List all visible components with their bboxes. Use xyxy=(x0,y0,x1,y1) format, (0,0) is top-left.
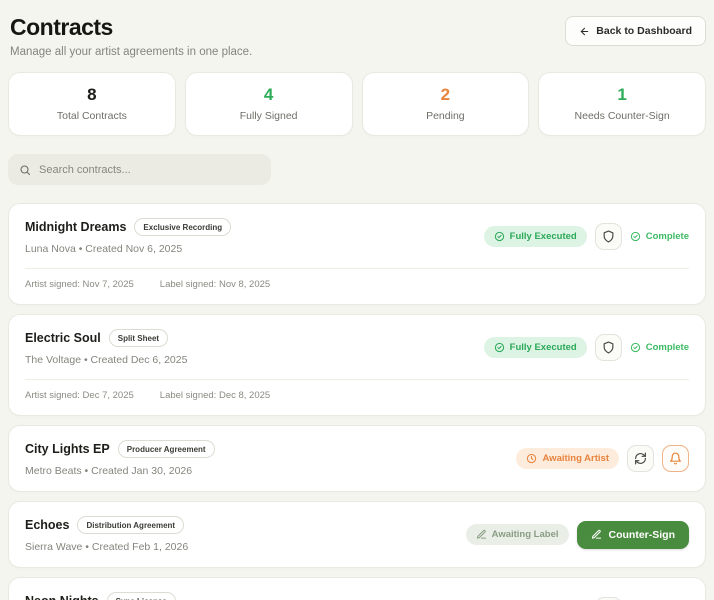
contract-type-badge: Sync License xyxy=(107,592,176,600)
completion-status-label: Complete xyxy=(646,342,689,353)
signature-dates: Artist signed: Nov 7, 2025 Label signed: … xyxy=(25,268,689,290)
contract-meta: Luna Nova • Created Nov 6, 2025 xyxy=(25,243,231,255)
back-to-dashboard-button[interactable]: Back to Dashboard xyxy=(565,16,706,46)
arrow-left-icon xyxy=(579,26,590,37)
signature-date: Artist signed: Dec 7, 2025 xyxy=(25,390,134,401)
stat-card: 4 Fully Signed xyxy=(185,72,353,136)
stat-value: 4 xyxy=(194,85,344,105)
contract-card: Midnight Dreams Exclusive Recording Luna… xyxy=(8,203,706,305)
contract-type-badge: Producer Agreement xyxy=(118,440,215,458)
search-section xyxy=(8,154,706,185)
status-badge-label: Awaiting Artist xyxy=(542,453,609,464)
stat-card: 1 Needs Counter-Sign xyxy=(538,72,706,136)
contract-actions: Awaiting Artist xyxy=(516,445,689,472)
check-circle-icon xyxy=(494,231,505,242)
signature-date: Artist signed: Nov 7, 2025 xyxy=(25,279,134,290)
stat-label: Fully Signed xyxy=(194,110,344,122)
back-button-label: Back to Dashboard xyxy=(596,25,692,37)
status-badge: Fully Executed xyxy=(484,226,587,247)
search-icon xyxy=(19,164,31,176)
status-badge-label: Fully Executed xyxy=(510,342,577,353)
check-circle-icon xyxy=(630,231,641,242)
contract-card: Neon Nights Sync License Luna Nova • Cre… xyxy=(8,577,706,600)
button-label: Counter-Sign xyxy=(609,529,676,541)
contract-actions: Fully Executed Complete xyxy=(484,223,689,250)
contract-type-badge: Distribution Agreement xyxy=(77,516,184,534)
status-badge: Awaiting Label xyxy=(466,524,569,545)
check-circle-icon xyxy=(630,342,641,353)
refresh-button[interactable] xyxy=(627,445,654,472)
page-header: Contracts Manage all your artist agreeme… xyxy=(8,10,706,72)
contract-card: Echoes Distribution Agreement Sierra Wav… xyxy=(8,501,706,568)
signature-dates: Artist signed: Dec 7, 2025 Label signed: … xyxy=(25,379,689,401)
stats-row: 8 Total Contracts 4 Fully Signed 2 Pendi… xyxy=(8,72,706,136)
bell-icon xyxy=(669,452,682,465)
contract-list: Midnight Dreams Exclusive Recording Luna… xyxy=(8,203,706,600)
contract-title: Neon Nights xyxy=(25,594,99,600)
completion-status: Complete xyxy=(630,231,689,242)
contract-meta: Metro Beats • Created Jan 30, 2026 xyxy=(25,465,215,477)
status-badge-label: Fully Executed xyxy=(510,231,577,242)
contract-actions: Awaiting Label Counter-Sign xyxy=(466,521,689,549)
contract-actions: Fully Executed Complete xyxy=(484,334,689,361)
completion-status: Complete xyxy=(630,342,689,353)
stat-label: Needs Counter-Sign xyxy=(547,110,697,122)
check-circle-icon xyxy=(494,342,505,353)
pen-icon xyxy=(591,529,602,540)
shield-icon xyxy=(602,341,615,354)
shield-button[interactable] xyxy=(595,334,622,361)
contracts-page: Contracts Manage all your artist agreeme… xyxy=(0,0,714,600)
contract-card: City Lights EP Producer Agreement Metro … xyxy=(8,425,706,492)
stat-card: 8 Total Contracts xyxy=(8,72,176,136)
contract-meta: The Voltage • Created Dec 6, 2025 xyxy=(25,354,187,366)
stat-value: 1 xyxy=(547,85,697,105)
search-input[interactable] xyxy=(39,164,260,176)
stat-label: Total Contracts xyxy=(17,110,167,122)
stat-card: 2 Pending xyxy=(362,72,530,136)
stat-value: 2 xyxy=(371,85,521,105)
contract-title: Echoes xyxy=(25,518,69,532)
page-subtitle: Manage all your artist agreements in one… xyxy=(10,46,704,58)
status-badge-label: Awaiting Label xyxy=(492,529,559,540)
completion-status-label: Complete xyxy=(646,231,689,242)
signature-date: Label signed: Dec 8, 2025 xyxy=(160,390,270,401)
contract-title: Midnight Dreams xyxy=(25,220,126,234)
signature-date: Label signed: Nov 8, 2025 xyxy=(160,279,270,290)
status-badge: Awaiting Artist xyxy=(516,448,619,469)
pen-icon xyxy=(476,529,487,540)
contract-title: City Lights EP xyxy=(25,442,110,456)
search-box[interactable] xyxy=(8,154,271,185)
bell-button[interactable] xyxy=(662,445,689,472)
shield-button[interactable] xyxy=(595,223,622,250)
shield-icon xyxy=(602,230,615,243)
counter-sign-button[interactable]: Counter-Sign xyxy=(577,521,690,549)
status-badge: Fully Executed xyxy=(484,337,587,358)
contract-card: Electric Soul Split Sheet The Voltage • … xyxy=(8,314,706,416)
clock-icon xyxy=(526,453,537,464)
contract-type-badge: Split Sheet xyxy=(109,329,168,347)
contract-meta: Sierra Wave • Created Feb 1, 2026 xyxy=(25,541,188,553)
stat-value: 8 xyxy=(17,85,167,105)
stat-label: Pending xyxy=(371,110,521,122)
refresh-icon xyxy=(634,452,647,465)
contract-title: Electric Soul xyxy=(25,331,101,345)
contract-type-badge: Exclusive Recording xyxy=(134,218,231,236)
